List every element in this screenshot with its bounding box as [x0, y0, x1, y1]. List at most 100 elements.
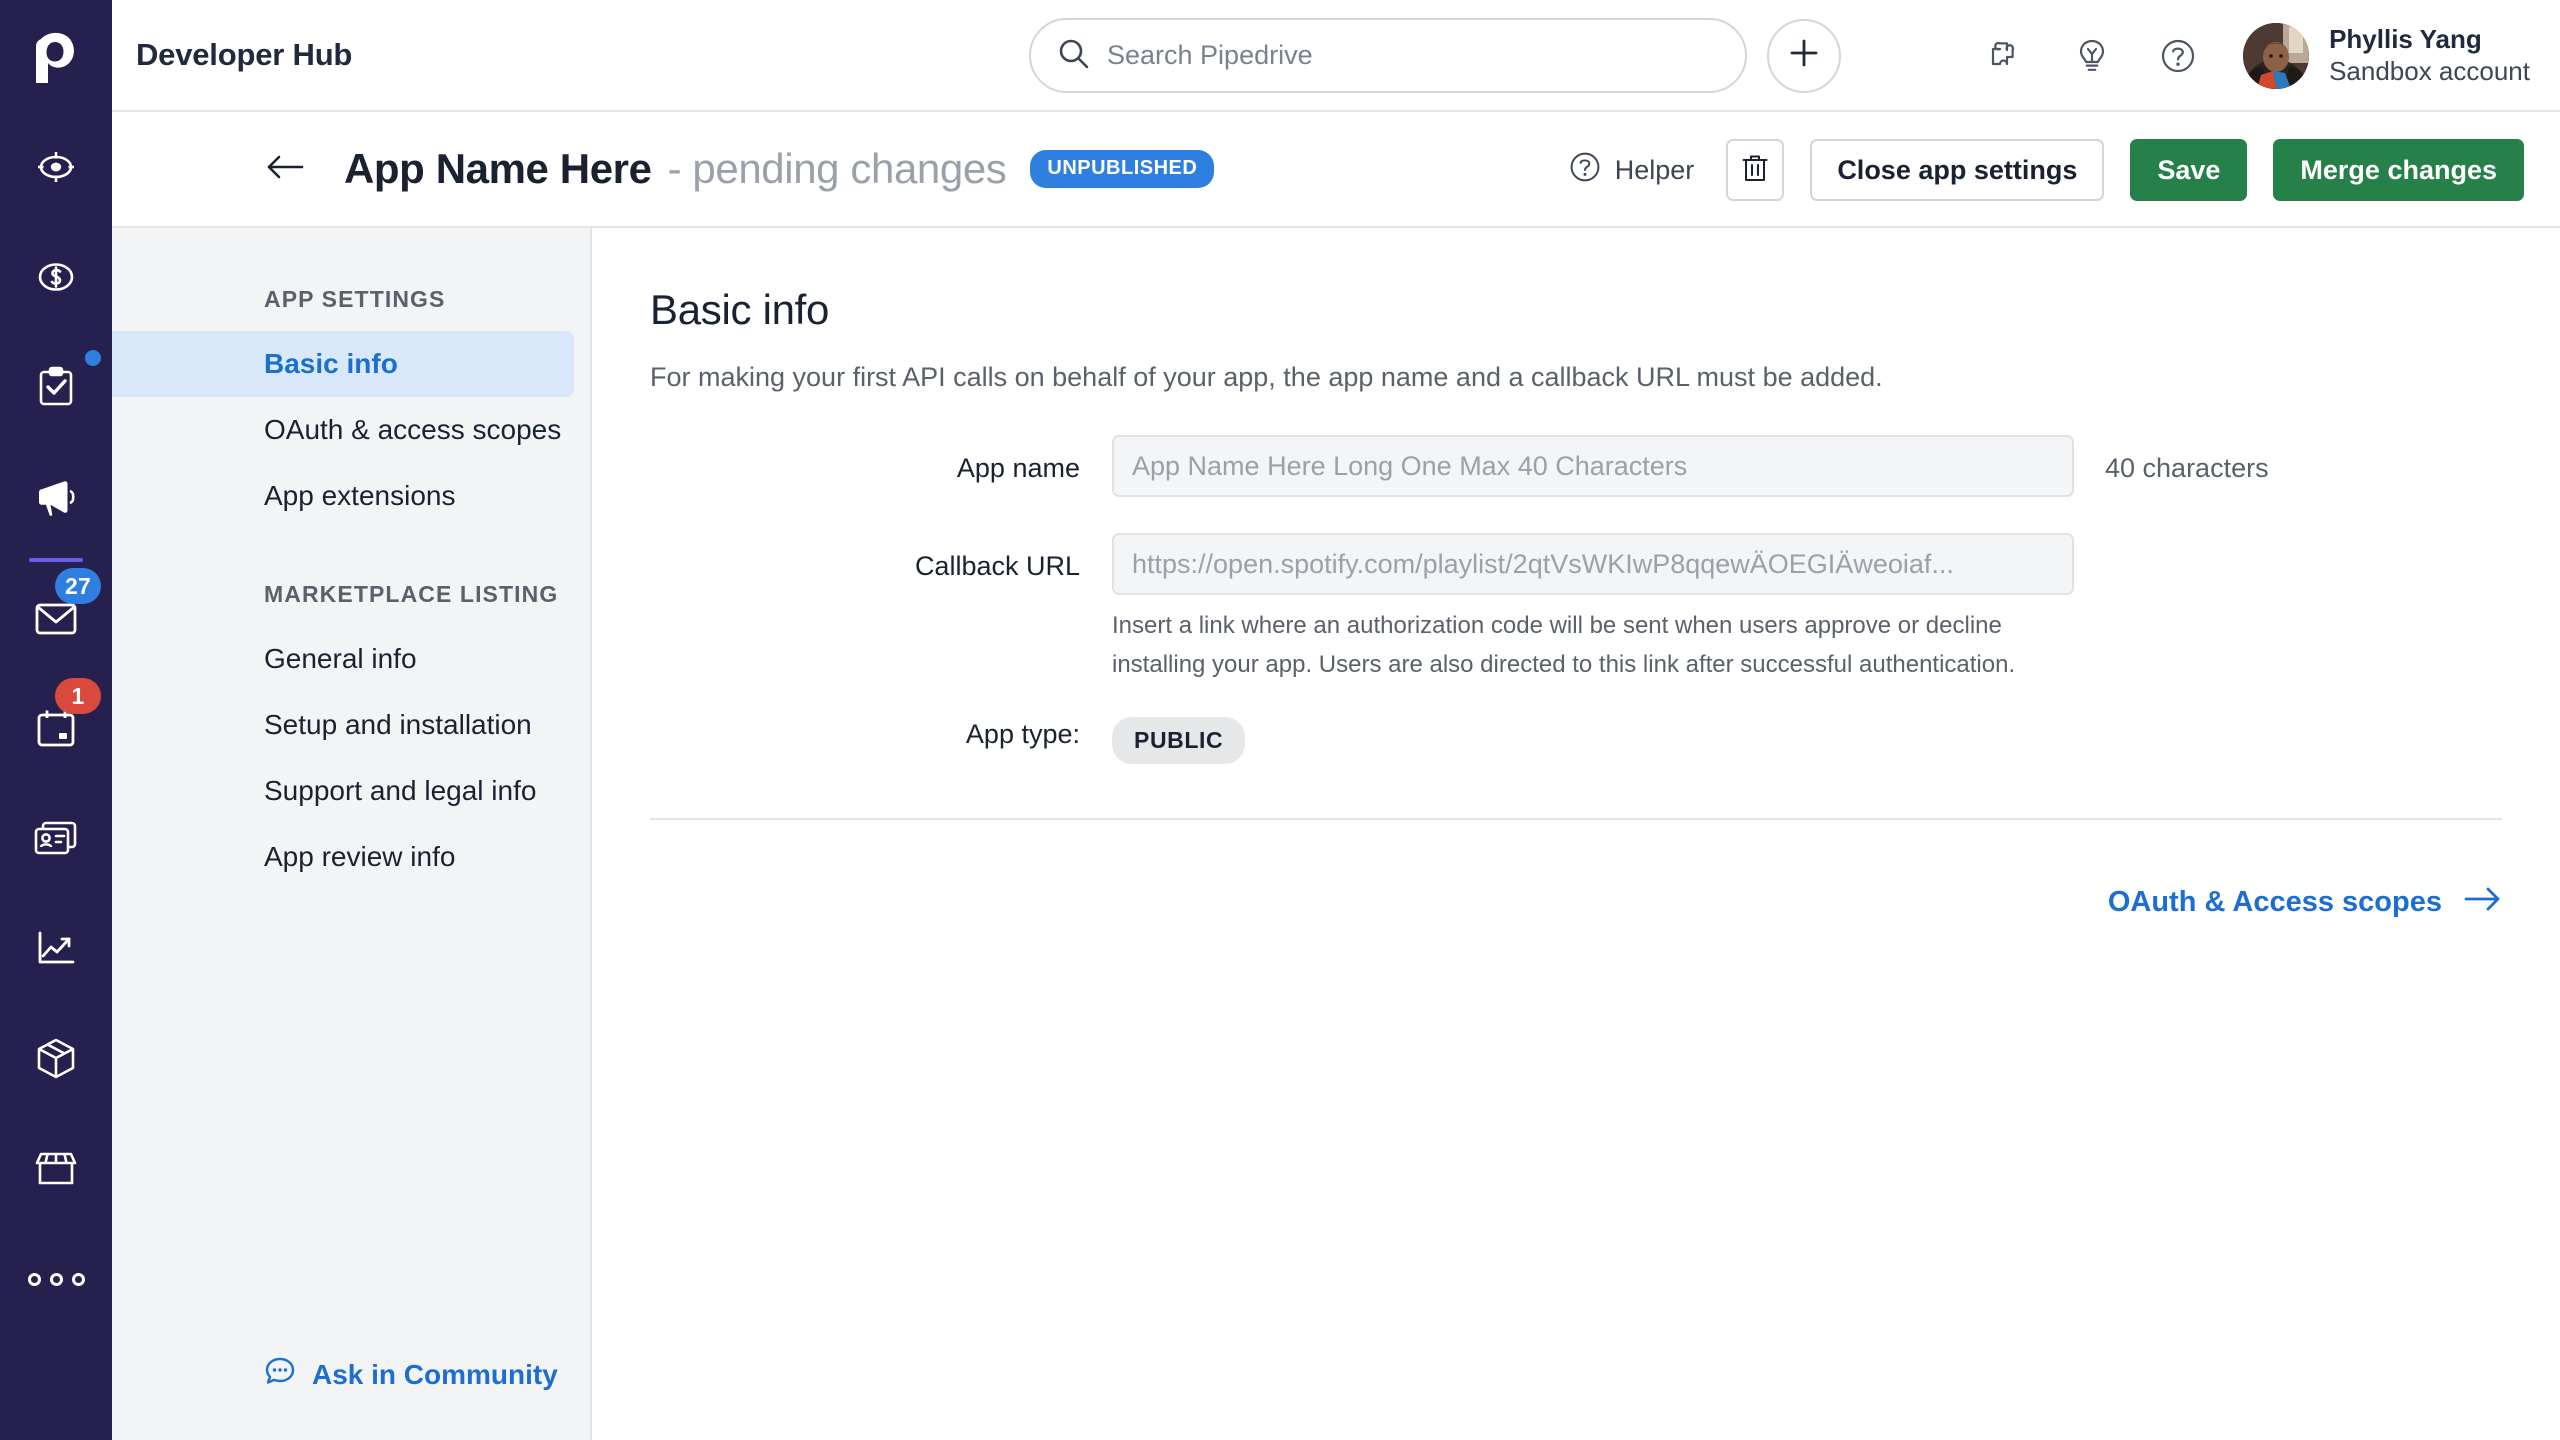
sidebar-item-oauth-access-scopes[interactable]: OAuth & access scopes [112, 397, 574, 463]
helper-button[interactable]: Helper [1568, 150, 1695, 191]
merge-changes-button[interactable]: Merge changes [2273, 139, 2524, 201]
sidebar-item-general-info[interactable]: General info [112, 626, 574, 692]
trash-icon [1742, 153, 1768, 188]
sidebar-item-label: OAuth & access scopes [264, 414, 562, 445]
lightbulb-icon[interactable] [2049, 0, 2135, 112]
app-name-field[interactable] [1112, 435, 2074, 497]
search-input[interactable] [1107, 40, 1719, 71]
sidebar-item-label: Support and legal info [264, 775, 537, 806]
oauth-access-scopes-label: OAuth & Access scopes [2107, 886, 2442, 919]
rail-item-insights[interactable] [0, 894, 112, 1004]
help-circle-icon[interactable] [2135, 0, 2221, 112]
close-app-settings-button[interactable]: Close app settings [1810, 139, 2105, 201]
section-description: For making your first API calls on behal… [650, 362, 1883, 392]
more-dot [27, 1272, 41, 1286]
app-name-counter: 40 characters [2105, 453, 2269, 483]
callback-url-row: Callback URL Insert a link where an auth… [650, 533, 2560, 685]
mail-badge: 27 [55, 568, 101, 604]
pending-changes-label: - pending changes [667, 145, 1007, 192]
helper-label: Helper [1614, 154, 1695, 185]
save-button[interactable]: Save [2130, 139, 2248, 201]
right-pane: Developer Hub Search Pipedrive Phyllis Y… [112, 0, 2560, 1440]
callback-url-group: Insert a link where an authorization cod… [1112, 533, 2074, 685]
sidebar-item-label: General info [264, 643, 417, 674]
global-nav-rail: 27 1 [0, 0, 112, 1440]
main-inner: Basic info For making your first API cal… [592, 286, 2560, 764]
sidebar-item-support-and-legal-info[interactable]: Support and legal info [112, 758, 574, 824]
sidebar-item-app-extensions[interactable]: App extensions [112, 463, 574, 529]
user-menu[interactable]: Phyllis Yang Sandbox account [2243, 23, 2530, 89]
rail-divider [29, 558, 83, 562]
rail-item-deals[interactable] [0, 222, 112, 332]
app-name-row: App name 40 characters [650, 435, 2560, 497]
app-type-badge: PUBLIC [1112, 716, 1246, 764]
status-badge: UNPUBLISHED [1030, 150, 1215, 188]
main-content: Basic info For making your first API cal… [592, 228, 2560, 1440]
rail-items: 27 1 [0, 112, 112, 1334]
callback-url-input[interactable] [1132, 548, 2054, 580]
avatar [2243, 23, 2310, 89]
app-type-row: App type: PUBLIC [650, 707, 2560, 764]
callback-url-label: Callback URL [914, 551, 1080, 581]
page-header-actions: Helper Close app settings Save Merge cha… [1568, 112, 2524, 228]
app-type-label: App type: [965, 718, 1080, 749]
sidebar-item-setup-and-installation[interactable]: Setup and installation [112, 692, 574, 758]
search-icon [1057, 37, 1090, 75]
calendar-badge: 1 [55, 678, 101, 714]
global-search[interactable] [1029, 18, 1747, 93]
user-name: Phyllis Yang [2329, 24, 2482, 55]
page-title: App Name Here [344, 145, 652, 192]
sidebar-item-label: App extensions [264, 480, 456, 511]
more-dot [71, 1272, 85, 1286]
sidebar-item-basic-info[interactable]: Basic info [112, 331, 574, 397]
callback-url-hint: Insert a link where an authorization cod… [1112, 612, 2016, 678]
activities-notification-dot [85, 350, 101, 366]
plus-icon [1789, 38, 1819, 73]
section-heading: Basic info [650, 286, 830, 333]
delete-app-button[interactable] [1726, 139, 1785, 201]
arrow-left-icon [265, 152, 305, 187]
rail-item-marketplace[interactable] [0, 1114, 112, 1224]
app-name-input[interactable] [1132, 450, 2054, 482]
sidebar-item-label: Basic info [264, 348, 398, 379]
page-header: App Name Here - pending changes UNPUBLIS… [112, 112, 2560, 228]
app-root: 27 1 Developer Hub Search Pipedrive Phyl… [0, 0, 2560, 1440]
sidebar-section-marketplace-listing: MARKETPLACE LISTING [264, 581, 559, 607]
help-circle-icon [1568, 150, 1602, 191]
rail-item-activities[interactable] [0, 332, 112, 442]
app-name-label: App name [956, 453, 1080, 483]
rail-item-calendar[interactable]: 1 [0, 674, 112, 784]
top-bar: Developer Hub Search Pipedrive Phyllis Y… [112, 0, 2560, 112]
ask-in-community-link[interactable]: Ask in Community [112, 1355, 590, 1440]
oauth-access-scopes-link[interactable]: OAuth & Access scopes [592, 820, 2560, 920]
settings-sidebar: APP SETTINGS Basic info OAuth & access s… [112, 228, 592, 1440]
search-area [1029, 18, 1841, 93]
app-type-value-wrap: PUBLIC [1112, 707, 1246, 764]
rail-item-more[interactable] [0, 1224, 112, 1334]
form-gap [650, 497, 2560, 533]
chat-bubble-icon [264, 1355, 296, 1394]
sidebar-item-label: App review info [264, 841, 456, 872]
rail-item-leads[interactable] [0, 112, 112, 222]
callback-url-field[interactable] [1112, 533, 2074, 595]
pipedrive-logo[interactable] [0, 0, 112, 112]
user-text: Phyllis Yang Sandbox account [2329, 24, 2530, 87]
sidebar-section-app-settings: APP SETTINGS [264, 286, 446, 312]
user-account: Sandbox account [2329, 56, 2530, 86]
arrow-right-icon [2464, 886, 2502, 920]
rail-item-mail[interactable]: 27 [0, 564, 112, 674]
puzzle-icon[interactable] [1963, 0, 2049, 112]
back-button[interactable] [262, 146, 308, 192]
rail-item-campaigns[interactable] [0, 442, 112, 552]
rail-item-products[interactable] [0, 1004, 112, 1114]
sidebar-item-app-review-info[interactable]: App review info [112, 824, 574, 890]
ask-in-community-label: Ask in Community [312, 1358, 558, 1390]
rail-item-contacts[interactable] [0, 784, 112, 894]
body: APP SETTINGS Basic info OAuth & access s… [112, 228, 2560, 1440]
basic-info-form: App name 40 characters Callback URL [650, 435, 2560, 764]
add-button[interactable] [1767, 18, 1841, 93]
sidebar-item-label: Setup and installation [264, 709, 532, 740]
more-dot [49, 1272, 63, 1286]
top-actions: Phyllis Yang Sandbox account [1963, 0, 2530, 112]
